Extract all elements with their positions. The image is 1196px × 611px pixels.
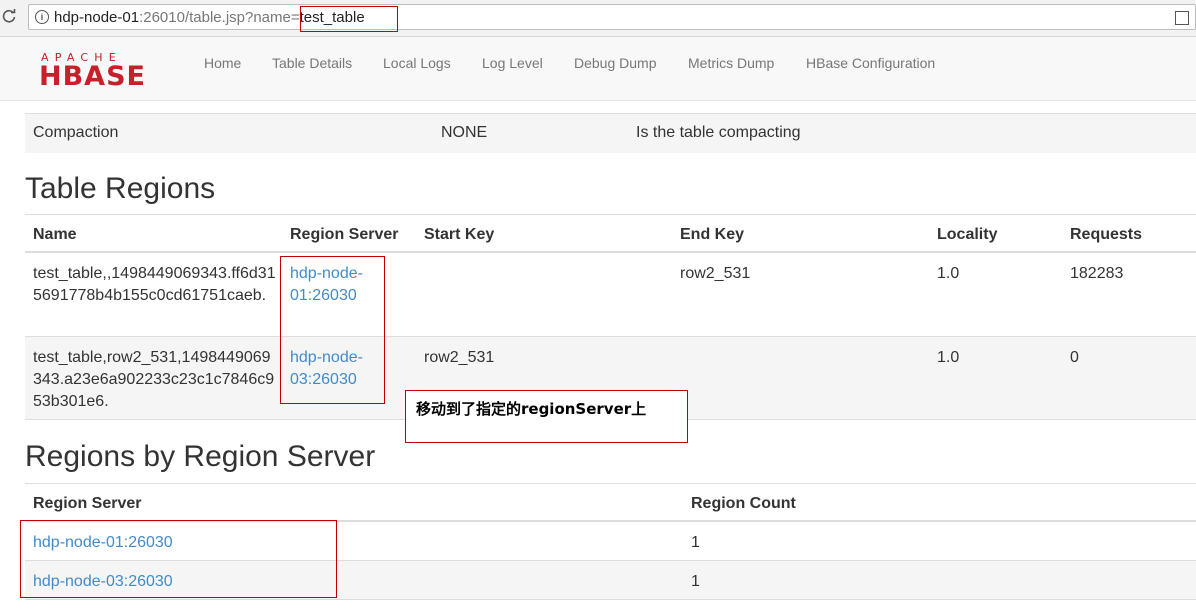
- region-count: 1: [691, 534, 700, 551]
- col-region-server: Region Server: [290, 226, 399, 243]
- nav-home[interactable]: Home: [204, 55, 241, 71]
- locality: 1.0: [937, 349, 960, 366]
- hbase-logo[interactable]: APACHE HBASE: [38, 51, 176, 87]
- region-count: 1: [691, 573, 700, 590]
- annotation-text: 移动到了指定的regionServer上: [416, 400, 647, 418]
- browser-address-bar: i hdp-node-01:26010/table.jsp?name=test_…: [0, 0, 1196, 37]
- col-name: Name: [33, 226, 77, 243]
- table-regions-heading: Table Regions: [25, 172, 216, 205]
- table-header: Region Server Region Count: [25, 483, 1196, 522]
- nav-table-details[interactable]: Table Details: [272, 55, 352, 71]
- nav-metrics-dump[interactable]: Metrics Dump: [688, 55, 774, 71]
- navbar: APACHE HBASE Home Table Details Local Lo…: [0, 37, 1196, 101]
- col-region-server: Region Server: [33, 495, 142, 512]
- col-region-count: Region Count: [691, 495, 796, 512]
- url-highlight-box: [300, 6, 398, 32]
- compaction-label: Compaction: [33, 124, 119, 141]
- logo-bottom-text: HBASE: [39, 61, 146, 87]
- region-name: test_table,row2_531,1498449069343.a23e6a…: [33, 349, 275, 410]
- col-requests: Requests: [1070, 226, 1143, 243]
- compaction-description: Is the table compacting: [636, 124, 801, 141]
- nav-log-level[interactable]: Log Level: [482, 55, 543, 71]
- server-list-highlight-box: [20, 520, 337, 598]
- annotation-note: 移动到了指定的regionServer上: [405, 390, 688, 443]
- url-host: hdp-node-01: [54, 9, 140, 26]
- compaction-value: NONE: [441, 124, 488, 141]
- reload-icon[interactable]: [2, 9, 16, 23]
- url-path: :26010/table.jsp?name=: [139, 9, 300, 26]
- requests: 0: [1070, 349, 1079, 366]
- start-key: row2_531: [424, 349, 495, 366]
- compaction-row: Compaction NONE Is the table compacting: [25, 113, 1196, 153]
- col-start-key: Start Key: [424, 226, 495, 243]
- col-locality: Locality: [937, 226, 998, 243]
- locality: 1.0: [937, 265, 960, 282]
- end-key: row2_531: [680, 265, 751, 282]
- nav-local-logs[interactable]: Local Logs: [383, 55, 451, 71]
- nav-debug-dump[interactable]: Debug Dump: [574, 55, 657, 71]
- region-server-highlight-box: [280, 256, 385, 404]
- nav-hbase-configuration[interactable]: HBase Configuration: [806, 55, 935, 71]
- url-input[interactable]: i hdp-node-01:26010/table.jsp?name=test_…: [28, 4, 1196, 30]
- table-header: Name Region Server Start Key End Key Loc…: [25, 214, 1196, 253]
- table-row: test_table,,1498449069343.ff6d315691778b…: [25, 253, 1196, 337]
- extension-icon[interactable]: [1175, 11, 1189, 25]
- region-name: test_table,,1498449069343.ff6d315691778b…: [33, 265, 276, 304]
- regions-by-server-heading: Regions by Region Server: [25, 440, 376, 473]
- col-end-key: End Key: [680, 226, 745, 243]
- requests: 182283: [1070, 265, 1124, 282]
- info-icon[interactable]: i: [35, 10, 49, 24]
